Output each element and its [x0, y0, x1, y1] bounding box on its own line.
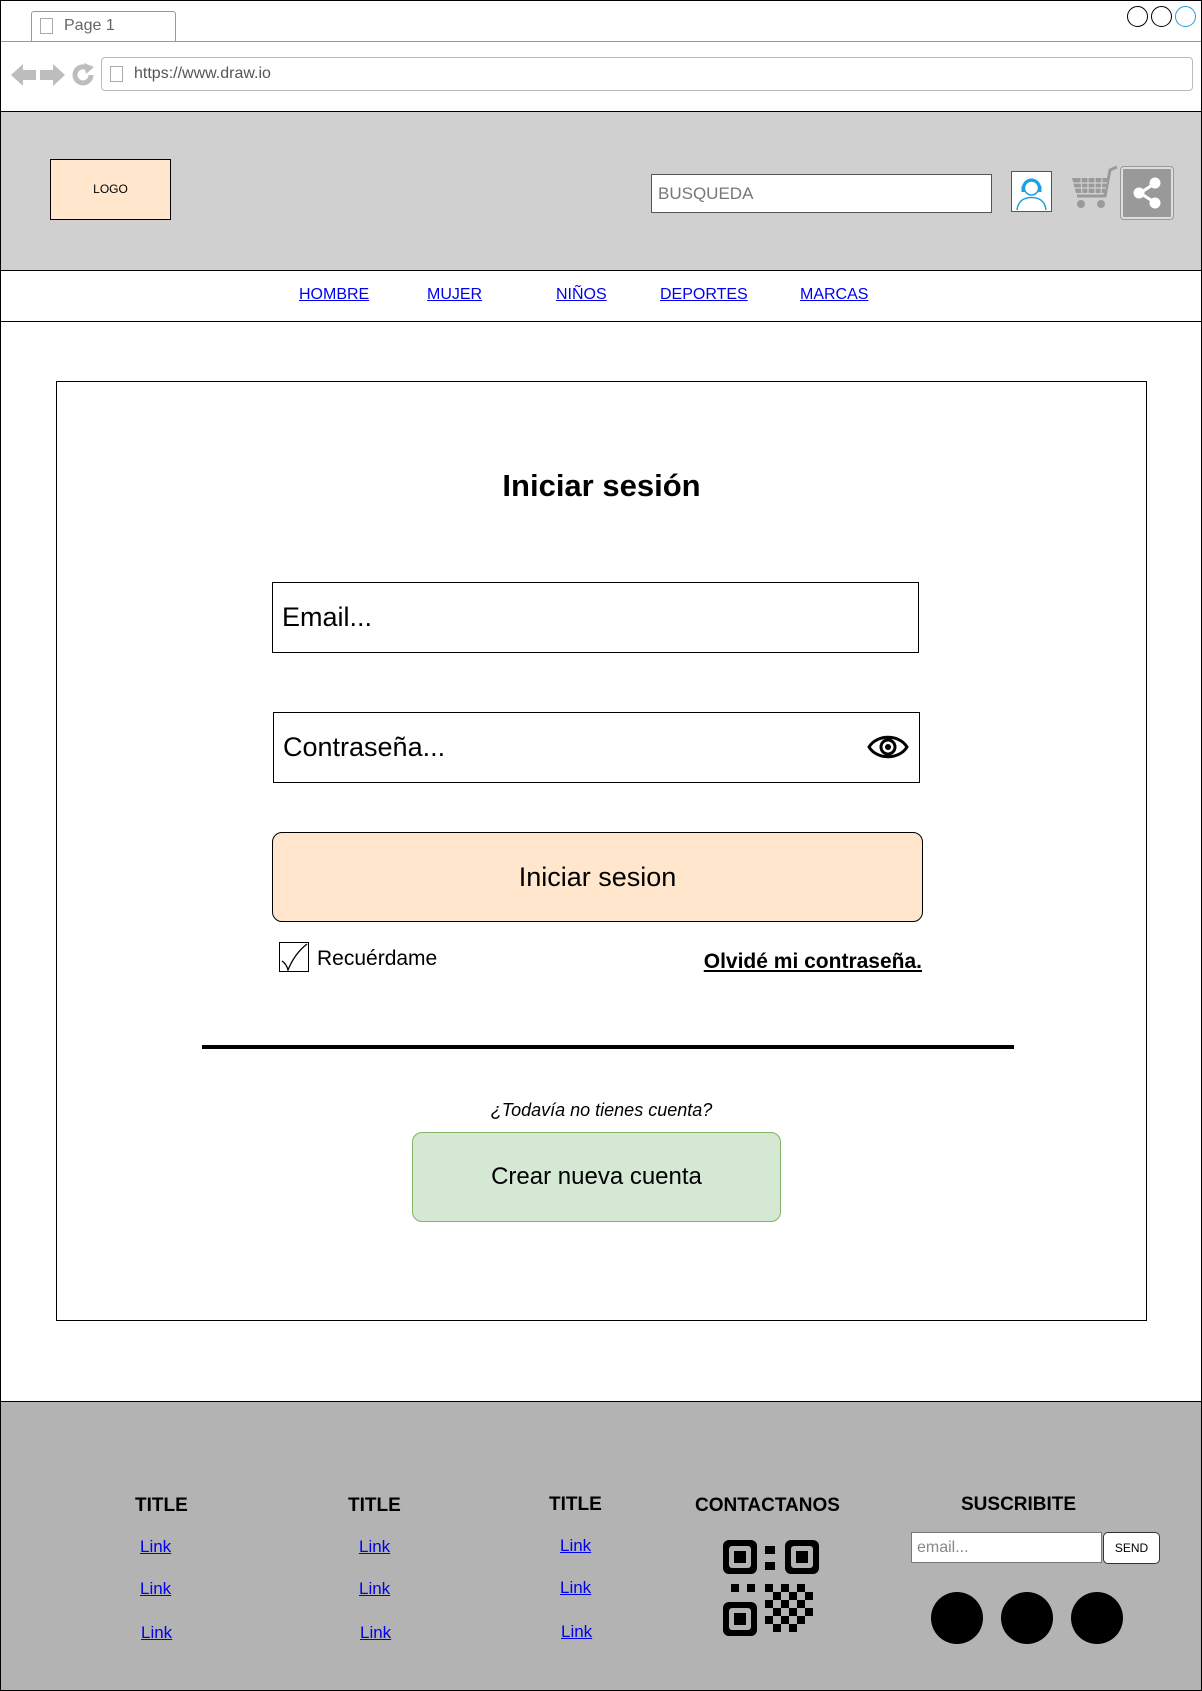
- email-field[interactable]: Email...: [272, 582, 919, 653]
- subscribe-email-input[interactable]: email...: [911, 1532, 1102, 1563]
- password-placeholder: Contraseña...: [283, 732, 446, 762]
- footer-col-2-link-2[interactable]: Link: [359, 1579, 390, 1599]
- social-icon-3[interactable]: [1071, 1592, 1123, 1644]
- nav-link-deportes[interactable]: DEPORTES: [660, 286, 748, 304]
- share-icon: [1133, 177, 1161, 209]
- share-button[interactable]: [1120, 166, 1174, 220]
- footer-col-3-link-3[interactable]: Link: [561, 1622, 592, 1642]
- page-icon: [110, 66, 123, 82]
- footer-col-1-title: TITLE: [135, 1495, 188, 1516]
- user-icon: [1016, 178, 1047, 211]
- window-button-1[interactable]: [1127, 6, 1148, 27]
- footer-col-2-link-3[interactable]: Link: [360, 1623, 391, 1643]
- eye-icon[interactable]: [867, 732, 909, 762]
- footer-col-1-link-3[interactable]: Link: [141, 1623, 172, 1643]
- footer-col-1-link-2[interactable]: Link: [140, 1579, 171, 1599]
- window-button-2[interactable]: [1151, 6, 1172, 27]
- remember-label: Recuérdame: [317, 947, 438, 970]
- browser-window: Page 1 https://www.draw.io LOGO BUSQUEDA: [0, 0, 1202, 1691]
- remember-checkbox[interactable]: [279, 942, 309, 973]
- reload-icon[interactable]: [71, 63, 95, 87]
- footer-col-3-title: TITLE: [549, 1494, 602, 1515]
- tab-strip-line: [1, 41, 1201, 42]
- check-icon: [281, 943, 308, 973]
- qr-code-icon[interactable]: [723, 1540, 819, 1636]
- forward-arrow-icon[interactable]: [40, 63, 66, 87]
- subscribe-title: SUSCRIBITE: [961, 1494, 1077, 1515]
- cart-icon: [1072, 165, 1118, 208]
- search-input[interactable]: BUSQUEDA: [651, 174, 992, 213]
- send-button[interactable]: SEND: [1103, 1532, 1160, 1564]
- social-icon-1[interactable]: [931, 1592, 983, 1644]
- browser-tab[interactable]: Page 1: [31, 11, 176, 41]
- category-nav: HOMBRE MUJER NIÑOS DEPORTES MARCAS: [1, 271, 1201, 322]
- footer-col-3-link-2[interactable]: Link: [560, 1578, 591, 1598]
- footer-col-3-link-1[interactable]: Link: [560, 1536, 591, 1556]
- user-account-button[interactable]: [1011, 171, 1052, 212]
- forgot-password-link[interactable]: Olvidé mi contraseña.: [704, 950, 922, 974]
- nav-link-marcas[interactable]: MARCAS: [800, 286, 868, 304]
- divider: [202, 1045, 1014, 1049]
- site-footer: TITLE Link Link Link TITLE Link Link Lin…: [1, 1401, 1201, 1690]
- nav-link-ninos[interactable]: NIÑOS: [556, 286, 607, 304]
- nav-link-hombre[interactable]: HOMBRE: [299, 286, 369, 304]
- back-arrow-icon[interactable]: [11, 63, 37, 87]
- contact-title: CONTACTANOS: [695, 1495, 840, 1516]
- create-account-button[interactable]: Crear nueva cuenta: [412, 1132, 781, 1222]
- footer-col-2-link-1[interactable]: Link: [359, 1537, 390, 1557]
- site-header: LOGO BUSQUEDA: [1, 111, 1201, 271]
- footer-col-2-title: TITLE: [348, 1495, 401, 1516]
- password-field[interactable]: Contraseña...: [273, 712, 920, 783]
- logo[interactable]: LOGO: [50, 159, 171, 220]
- login-card: Iniciar sesión Email... Contraseña... In…: [56, 381, 1147, 1321]
- nav-link-mujer[interactable]: MUJER: [427, 286, 482, 304]
- footer-col-1-link-1[interactable]: Link: [140, 1537, 171, 1557]
- social-icon-2[interactable]: [1001, 1592, 1053, 1644]
- window-button-3[interactable]: [1175, 6, 1196, 27]
- url-bar[interactable]: https://www.draw.io: [101, 57, 1193, 91]
- page-icon: [40, 18, 53, 34]
- login-button[interactable]: Iniciar sesion: [272, 832, 923, 922]
- page-title: Iniciar sesión: [502, 468, 701, 503]
- cart-button[interactable]: [1069, 164, 1119, 214]
- no-account-text: ¿Todavía no tienes cuenta?: [490, 1100, 713, 1120]
- url-text: https://www.draw.io: [134, 65, 271, 82]
- tab-label: Page 1: [64, 17, 115, 34]
